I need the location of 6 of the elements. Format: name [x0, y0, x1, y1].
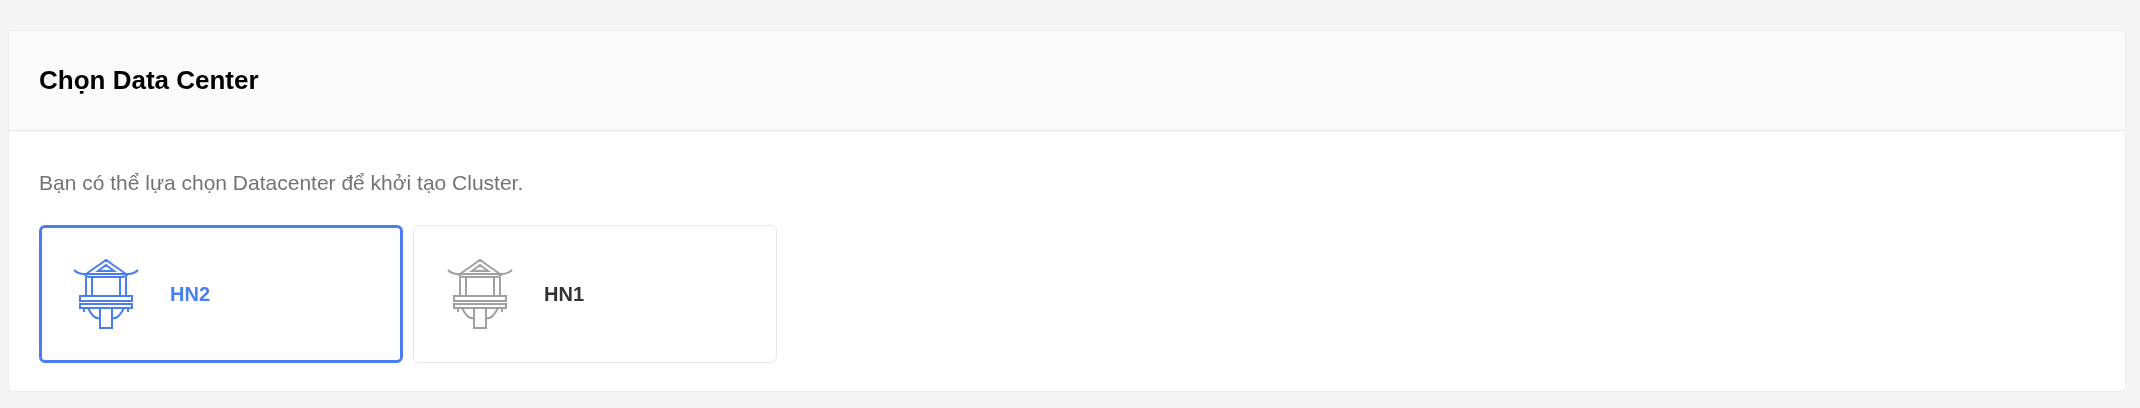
panel-title: Chọn Data Center [39, 65, 259, 96]
datacenter-option[interactable]: HN1 [413, 225, 777, 363]
datacenter-option[interactable]: HN2 [39, 225, 403, 363]
pagoda-icon [72, 258, 140, 330]
pagoda-icon [446, 258, 514, 330]
description-text: Bạn có thể lựa chọn Datacenter để khởi tạo Cluster. [39, 171, 525, 195]
